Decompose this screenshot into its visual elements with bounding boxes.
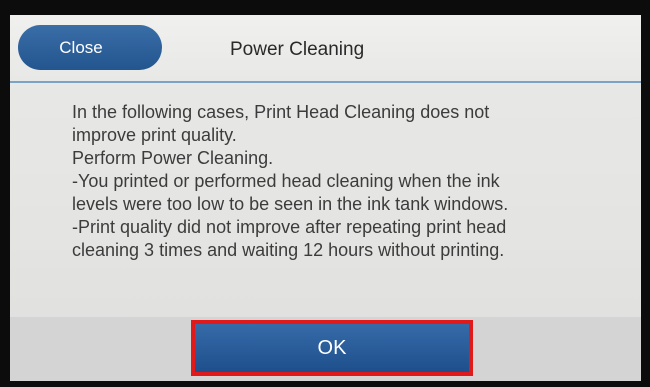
message-line: cleaning 3 times and waiting 12 hours wi…	[72, 240, 505, 260]
message-line: -Print quality did not improve after rep…	[72, 217, 507, 237]
lcd-screen: Close Power Cleaning In the following ca…	[10, 15, 641, 381]
close-button-label: Close	[59, 37, 103, 57]
message-line: levels were too low to be seen in the in…	[72, 194, 509, 214]
message-line: -You printed or performed head cleaning …	[72, 171, 500, 191]
dialog-title: Power Cleaning	[230, 39, 365, 60]
message-line: improve print quality.	[72, 125, 237, 145]
close-button[interactable]: Close	[18, 25, 162, 70]
message-line: Perform Power Cleaning.	[72, 148, 274, 168]
message-line: In the following cases, Print Head Clean…	[72, 102, 490, 122]
ok-button[interactable]: OK	[191, 320, 473, 376]
header-divider	[10, 81, 641, 83]
ok-button-label: OK	[317, 336, 347, 359]
message-body: In the following cases, Print Head Clean…	[72, 101, 622, 262]
